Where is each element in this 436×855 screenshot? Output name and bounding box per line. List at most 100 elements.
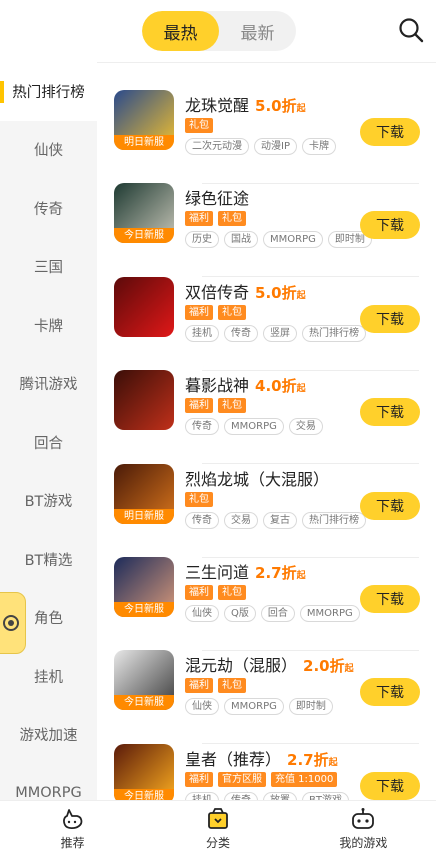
discount-suffix: 起 <box>344 664 354 675</box>
game-name-line: 龙珠觉醒 5.0折起 <box>185 92 306 116</box>
download-button[interactable]: 下载 <box>360 211 420 240</box>
tag-row: 仙侠 Q版 回合 MMORPG <box>185 605 360 622</box>
perk-badge: 礼包 <box>185 491 213 507</box>
discount-label: 5.0折起 <box>255 97 306 115</box>
tag-row: 挂机 传奇 竖屏 热门排行榜 <box>185 324 366 342</box>
genre-tag: 仙侠 <box>185 605 219 622</box>
sidebar-item-mmorpg[interactable]: MMORPG <box>0 764 97 800</box>
game-title: 暮影战神 <box>185 376 250 396</box>
game-icon[interactable]: 今日新服 <box>114 557 174 617</box>
discount-label: 2.0折起 <box>303 657 354 675</box>
genre-tag: 历史 <box>185 231 219 249</box>
game-name-line: 烈焰龙城（大混服） <box>185 466 329 490</box>
download-button[interactable]: 下载 <box>360 771 420 800</box>
perk-badge: 礼包 <box>218 585 246 600</box>
download-button[interactable]: 下载 <box>360 678 420 707</box>
tag-row: 仙侠 MMORPG 即时制 <box>185 698 333 716</box>
genre-tag: MMORPG <box>224 418 284 436</box>
tab-hottest[interactable]: 最热 <box>142 11 219 51</box>
sidebar-item-three-kingdoms[interactable]: 三国 <box>0 238 97 297</box>
new-server-ribbon: 今日新服 <box>114 695 174 711</box>
sidebar-item-card[interactable]: 卡牌 <box>0 296 97 355</box>
game-icon[interactable]: 明日新服 <box>114 90 174 150</box>
game-row[interactable]: 今日新服 绿色征途 福利 礼包 历史 国战 MMORPG 即时制 下载 <box>114 183 420 278</box>
perk-badge: 充值 1:1000 <box>271 771 338 787</box>
sidebar-item-xianxia[interactable]: 仙侠 <box>0 121 97 180</box>
new-server-ribbon: 明日新服 <box>114 508 174 524</box>
perk-badge: 礼包 <box>185 118 213 133</box>
discount-suffix: 起 <box>296 104 306 114</box>
game-row[interactable]: 今日新服 皇者（推荐） 2.7折起福利官方区服充值 1:1000 挂机传奇放置 BT游戏… <box>114 743 420 800</box>
discount-label: 2.7折起 <box>287 751 338 769</box>
nav-category[interactable]: 分类 <box>145 801 290 855</box>
game-row[interactable]: 今日新服 混元劫（混服） 2.0折起福利 礼包仙侠 MMORPG 即时制 下载 <box>114 650 420 745</box>
perk-badge: 福利 <box>185 678 213 694</box>
game-icon[interactable] <box>114 370 174 431</box>
discount-suffix: 起 <box>296 290 306 301</box>
genre-tag: 热门排行榜 <box>302 511 366 529</box>
genre-tag: 挂机 <box>185 791 219 800</box>
sidebar-item-legend[interactable]: 传奇 <box>0 179 97 238</box>
badge-row: 福利 礼包 <box>185 304 246 320</box>
game-title: 三生问道 <box>185 563 250 582</box>
nav-my-games[interactable]: 我的游戏 <box>291 801 436 855</box>
category-sidebar: 热门排行榜 仙侠 传奇 三国 卡牌 腾讯游戏 回合 BT游戏 BT精选 角色 挂… <box>0 62 97 800</box>
perk-badge: 福利 <box>185 304 213 320</box>
game-icon[interactable] <box>114 276 174 337</box>
sidebar-item-hot-ranking[interactable]: 热门排行榜 <box>0 62 97 121</box>
sidebar-item-turn-based[interactable]: 回合 <box>0 413 97 472</box>
game-name-line: 混元劫（混服） 2.0折起 <box>185 652 354 676</box>
discount-suffix: 起 <box>328 757 338 768</box>
perk-badge: 福利 <box>185 211 213 227</box>
badge-row: 礼包 <box>185 491 213 507</box>
genre-tag: 热门排行榜 <box>302 324 366 342</box>
genre-tag: 交易 <box>288 418 323 436</box>
discount-label: 2.7折起 <box>255 564 306 582</box>
game-row[interactable]: 明日新服 烈焰龙城（大混服） 礼包 传奇 交易 复古 热门排行榜 下载 <box>114 463 420 558</box>
genre-tag: MMORPG <box>299 605 360 622</box>
nav-recommend[interactable]: 推荐 <box>0 801 145 855</box>
game-name-line: 暮影战神 4.0折起 <box>185 372 306 396</box>
game-title: 龙珠觉醒 <box>185 96 250 115</box>
game-icon[interactable]: 今日新服 <box>114 183 174 244</box>
game-list: 明日新服 龙珠觉醒 5.0折起 礼包 二次元动漫 动漫IP 卡牌 下载 今日新服 绿色征途 福利 礼包… <box>97 62 436 800</box>
game-icon[interactable]: 明日新服 <box>114 463 174 524</box>
genre-tag: 卡牌 <box>301 138 336 155</box>
sidebar-item-bt-picks[interactable]: BT精选 <box>0 530 97 589</box>
game-row[interactable]: 明日新服 龙珠觉醒 5.0折起 礼包 二次元动漫 动漫IP 卡牌 下载 <box>114 90 420 184</box>
game-icon[interactable]: 今日新服 <box>114 650 174 711</box>
game-row[interactable]: 今日新服 三生问道 2.7折起 福利 礼包 仙侠 Q版 回合 MMORPG 下载 <box>114 557 420 651</box>
download-button[interactable]: 下载 <box>360 118 420 146</box>
game-row[interactable]: 暮影战神 4.0折起 福利 礼包 传奇 MMORPG 交易 下载 <box>114 370 420 465</box>
search-icon[interactable] <box>398 17 424 43</box>
download-button[interactable]: 下载 <box>360 398 420 427</box>
game-name-line: 双倍传奇 5.0折起 <box>185 279 306 303</box>
perk-badge: 福利 <box>185 398 213 414</box>
genre-tag: 即时制 <box>288 698 333 716</box>
download-button[interactable]: 下载 <box>360 491 420 520</box>
genre-tag: MMORPG <box>263 231 323 249</box>
sidebar-item-idle[interactable]: 挂机 <box>0 647 97 706</box>
sidebar-item-speedup[interactable]: 游戏加速 <box>0 706 97 765</box>
genre-tag: 传奇 <box>224 791 258 800</box>
game-name-line: 绿色征途 <box>185 185 249 209</box>
download-button[interactable]: 下载 <box>360 585 420 613</box>
perk-badge: 礼包 <box>218 678 246 694</box>
genre-tag: 仙侠 <box>185 698 219 716</box>
my-games-icon <box>352 807 375 829</box>
game-icon[interactable]: 今日新服 <box>114 743 174 800</box>
sidebar-item-tencent[interactable]: 腾讯游戏 <box>0 355 97 414</box>
game-row[interactable]: 双倍传奇 5.0折起 福利 礼包挂机 传奇 竖屏 热门排行榜 下载 <box>114 276 420 371</box>
sidebar-item-bt-games[interactable]: BT游戏 <box>0 472 97 531</box>
new-server-ribbon: 今日新服 <box>114 228 174 244</box>
download-button[interactable]: 下载 <box>360 304 420 333</box>
genre-tag: 回合 <box>260 605 295 622</box>
discount-value: 2.7折 <box>287 750 329 769</box>
badge-row: 福利 礼包 <box>185 211 246 227</box>
discount-value: 4.0折 <box>255 377 297 396</box>
tab-newest[interactable]: 最新 <box>219 11 296 51</box>
game-name-line: 三生问道 2.7折起 <box>185 559 306 583</box>
floating-assistant-button[interactable] <box>0 592 26 654</box>
badge-row: 福利 官方区服 充值 1:1000 <box>185 771 338 787</box>
genre-tag: 挂机 <box>185 324 219 342</box>
